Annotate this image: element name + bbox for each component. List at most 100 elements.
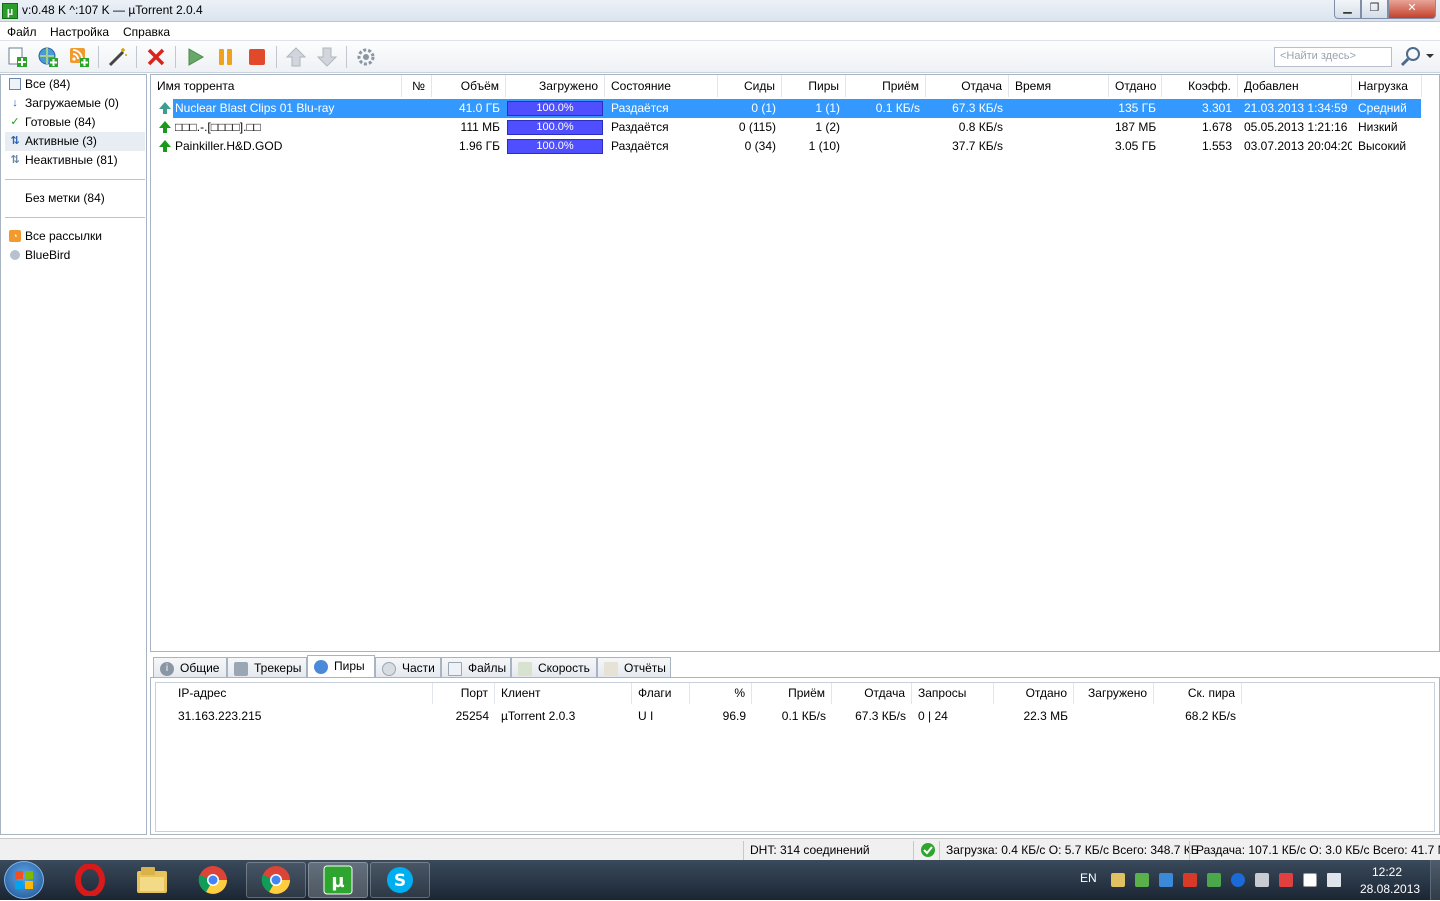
clock-time[interactable]: 12:22 [1372, 865, 1402, 879]
network-ok-icon[interactable] [913, 841, 939, 860]
tab-logger[interactable]: Отчёты [597, 657, 671, 678]
maximize-button[interactable]: ❐ [1361, 0, 1388, 19]
volume-icon[interactable] [1327, 873, 1341, 887]
sidebar-item-all-feeds[interactable]: ◔ Все рассылки [5, 227, 145, 246]
column-header-uploaded[interactable]: Отдано [994, 683, 1074, 704]
column-header-flags[interactable]: Флаги [632, 683, 690, 704]
search-input[interactable]: <Найти здесь> [1274, 47, 1392, 67]
column-header-added[interactable]: Добавлен [1238, 75, 1352, 97]
action-center-icon[interactable] [1303, 873, 1317, 887]
column-header-size[interactable]: Объём [432, 75, 506, 97]
close-button[interactable]: ✕ [1388, 0, 1436, 19]
tab-files[interactable]: Файлы [441, 657, 511, 678]
download-status[interactable]: Загрузка: 0.4 КБ/с О: 5.7 КБ/с Всего: 34… [939, 841, 1199, 860]
bluetooth-icon[interactable] [1231, 873, 1245, 887]
column-header-downloaded[interactable]: Загружено [1074, 683, 1154, 704]
tray-app-icon[interactable] [1183, 873, 1197, 887]
clock-date[interactable]: 28.08.2013 [1360, 882, 1420, 896]
taskbar-skype[interactable]: S [370, 862, 430, 898]
tab-pieces[interactable]: Части [375, 657, 441, 678]
stop-button[interactable] [244, 45, 270, 69]
preferences-button[interactable] [353, 45, 379, 69]
column-header-number[interactable]: № [402, 75, 432, 97]
column-header-up-speed[interactable]: Отдача [832, 683, 912, 704]
add-torrent-button[interactable] [4, 45, 30, 69]
sidebar-item-no-label[interactable]: Без метки (84) [5, 189, 145, 208]
column-header-peers[interactable]: Пиры [782, 75, 846, 97]
column-header-uploaded[interactable]: Отдано [1109, 75, 1162, 97]
tray-utorrent-icon[interactable] [1207, 873, 1221, 887]
column-header-down-speed[interactable]: Приём [752, 683, 832, 704]
sidebar-item-downloading[interactable]: ↓ Загружаемые (0) [5, 94, 145, 113]
add-rss-button[interactable] [66, 45, 92, 69]
torrent-row[interactable]: Nuclear Blast Clips 01 Blu-ray 41.0 ГБ 1… [151, 99, 1439, 118]
tray-app-icon[interactable] [1279, 873, 1293, 887]
torrent-row[interactable]: □□□.-.[□□□□].□□ 111 МБ 100.0% Раздаётся … [151, 118, 1439, 137]
menu-file[interactable]: Файл [7, 25, 37, 39]
column-header-requests[interactable]: Запросы [912, 683, 994, 704]
tray-app-icon[interactable] [1159, 873, 1173, 887]
column-header-up-speed[interactable]: Отдача [926, 75, 1009, 97]
search-button[interactable] [1396, 45, 1436, 69]
upload-status[interactable]: Раздача: 107.1 КБ/с О: 3.0 КБ/с Всего: 4… [1189, 841, 1440, 860]
show-desktop-button[interactable] [1430, 860, 1440, 900]
column-header-ip[interactable]: IP-адрес [156, 683, 433, 704]
tab-trackers[interactable]: Трекеры [227, 657, 307, 678]
tray-app-icon[interactable] [1111, 873, 1125, 887]
taskbar-opera[interactable] [60, 862, 120, 898]
sidebar-item-feed-bluebird[interactable]: BlueBird [5, 246, 145, 265]
peer-row[interactable]: 31.163.223.215 25254 µTorrent 2.0.3 U I … [156, 707, 1434, 726]
column-header-done[interactable]: Загружено [506, 75, 605, 97]
column-header-name[interactable]: Имя торрента [151, 75, 402, 97]
torrent-size: 41.0 ГБ [458, 101, 500, 115]
column-header-port[interactable]: Порт [433, 683, 495, 704]
column-header-availability[interactable]: Нагрузка [1352, 75, 1422, 97]
move-up-button[interactable] [283, 45, 309, 69]
language-indicator[interactable]: EN [1080, 871, 1097, 885]
sidebar-item-completed[interactable]: ✓ Готовые (84) [5, 113, 145, 132]
peer-client: µTorrent 2.0.3 [501, 709, 576, 723]
sidebar-item-active[interactable]: ⇅ Активные (3) [5, 132, 145, 151]
taskbar-utorrent[interactable]: µ [308, 862, 368, 898]
create-torrent-button[interactable] [104, 45, 130, 69]
torrent-peers: 1 (10) [808, 139, 840, 153]
rss-feed-icon [70, 48, 89, 67]
column-header-status[interactable]: Состояние [605, 75, 718, 97]
torrent-name: Nuclear Blast Clips 01 Blu-ray [175, 101, 335, 115]
pause-button[interactable] [213, 45, 239, 69]
status-empty [558, 841, 743, 860]
taskbar-chrome[interactable] [183, 862, 243, 898]
tab-general[interactable]: i Общие [153, 657, 227, 678]
add-url-button[interactable] [35, 45, 61, 69]
torrent-row[interactable]: Painkiller.H&D.GOD 1.96 ГБ 100.0% Раздаё… [151, 137, 1439, 156]
sidebar-item-all[interactable]: Все (84) [5, 75, 145, 94]
svg-text:µ: µ [331, 871, 344, 892]
column-header-eta[interactable]: Время [1009, 75, 1109, 97]
start-button[interactable] [4, 861, 44, 899]
taskbar-explorer[interactable] [122, 862, 182, 898]
menu-options[interactable]: Настройка [50, 25, 109, 39]
tab-speed[interactable]: Скорость [511, 657, 597, 678]
torrent-peers: 1 (1) [815, 101, 840, 115]
minimize-button[interactable]: ▁ [1334, 0, 1361, 19]
column-header-ratio[interactable]: Коэфф. [1162, 75, 1238, 97]
column-header-peer-speed[interactable]: Ск. пира [1154, 683, 1242, 704]
menu-help[interactable]: Справка [123, 25, 170, 39]
column-header-down-speed[interactable]: Приём [846, 75, 926, 97]
column-header-percent[interactable]: % [690, 683, 752, 704]
utorrent-app-icon[interactable]: µ [2, 3, 18, 19]
tab-peers[interactable]: Пиры [307, 655, 375, 678]
move-down-button[interactable] [314, 45, 340, 69]
tray-app-icon[interactable] [1255, 873, 1269, 887]
column-header-client[interactable]: Клиент [495, 683, 632, 704]
start-button[interactable] [182, 45, 208, 69]
tray-app-icon[interactable] [1135, 873, 1149, 887]
sidebar-item-inactive[interactable]: ⇅ Неактивные (81) [5, 151, 145, 170]
taskbar: µ S EN 12:22 28.08.2013 [0, 860, 1440, 900]
windows-logo-icon [15, 871, 33, 889]
tab-label: Части [402, 661, 435, 675]
taskbar-chrome-window[interactable] [246, 862, 306, 898]
column-header-seeds[interactable]: Сиды [718, 75, 782, 97]
dht-status[interactable]: DHT: 314 соединений [743, 841, 913, 860]
remove-torrent-button[interactable] [143, 45, 169, 69]
